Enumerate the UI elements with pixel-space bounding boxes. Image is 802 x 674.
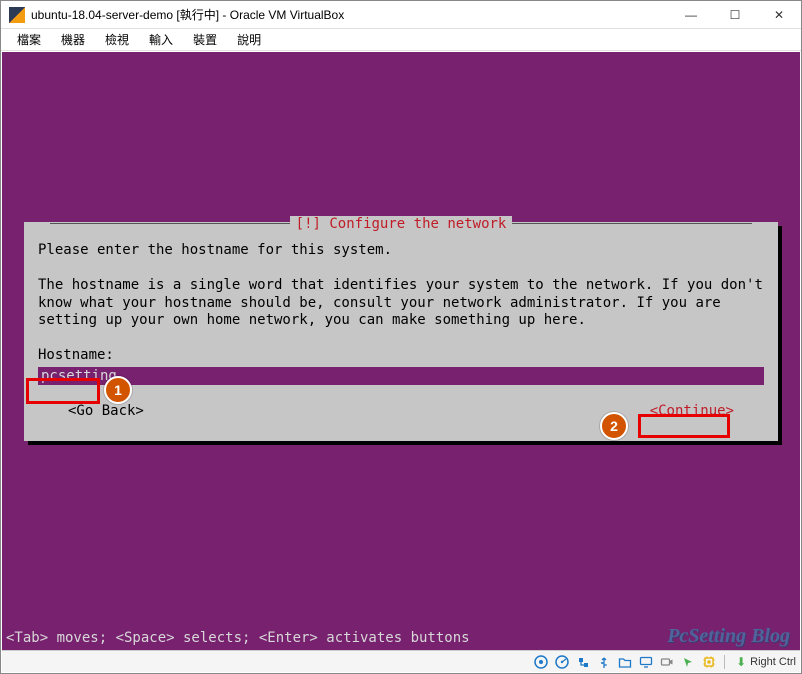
dialog-body: Please enter the hostname for this syste… [38, 242, 764, 365]
app-icon [9, 7, 25, 23]
network-icon[interactable] [575, 654, 591, 670]
menubar: 檔案 機器 檢視 輸入 裝置 說明 [1, 29, 801, 51]
display-icon[interactable] [638, 654, 654, 670]
disc-icon[interactable] [533, 654, 549, 670]
dialog-title: [!] Configure the network [290, 216, 513, 232]
menu-input[interactable]: 輸入 [139, 29, 183, 50]
window-controls: — ☐ ✕ [669, 1, 801, 29]
hostname-label: Hostname: [38, 347, 114, 363]
statusbar: ⬇ Right Ctrl [2, 650, 800, 672]
watermark: PcSetting Blog [667, 625, 790, 648]
statusbar-separator [724, 655, 725, 669]
go-back-button[interactable]: <Go Back> [68, 403, 144, 419]
recording-icon[interactable] [659, 654, 675, 670]
titlebar: ubuntu-18.04-server-demo [執行中] - Oracle … [1, 1, 801, 29]
hostname-input-value[interactable]: pcsetting [40, 367, 118, 385]
menu-file[interactable]: 檔案 [7, 29, 51, 50]
hdd-icon[interactable] [554, 654, 570, 670]
minimize-button[interactable]: — [669, 1, 713, 29]
hostkey-arrow-icon: ⬇ [736, 655, 746, 669]
shared-folder-icon[interactable] [617, 654, 633, 670]
hostname-field-row: pcsetting [38, 367, 764, 389]
maximize-button[interactable]: ☐ [713, 1, 757, 29]
close-button[interactable]: ✕ [757, 1, 801, 29]
menu-machine[interactable]: 機器 [51, 29, 95, 50]
cpu-icon[interactable] [701, 654, 717, 670]
menu-devices[interactable]: 裝置 [183, 29, 227, 50]
key-hint: <Tab> moves; <Space> selects; <Enter> ac… [6, 630, 470, 646]
hostkey-label: Right Ctrl [750, 656, 796, 668]
configure-network-dialog: [!] Configure the network Please enter t… [24, 222, 778, 441]
dialog-prompt: Please enter the hostname for this syste… [38, 242, 392, 258]
continue-button[interactable]: <Continue> [650, 403, 734, 419]
menu-help[interactable]: 說明 [227, 29, 271, 50]
dialog-buttons: <Go Back> <Continue> [38, 403, 764, 419]
menu-view[interactable]: 檢視 [95, 29, 139, 50]
virtualbox-window: ubuntu-18.04-server-demo [執行中] - Oracle … [0, 0, 802, 674]
hostkey-indicator[interactable]: ⬇ Right Ctrl [732, 655, 796, 669]
vm-screen[interactable]: [!] Configure the network Please enter t… [2, 52, 800, 650]
dialog-description: The hostname is a single word that ident… [38, 277, 771, 328]
window-title: ubuntu-18.04-server-demo [執行中] - Oracle … [31, 6, 669, 23]
mouse-integration-icon[interactable] [680, 654, 696, 670]
usb-icon[interactable] [596, 654, 612, 670]
hostname-input-bar[interactable] [38, 367, 764, 385]
